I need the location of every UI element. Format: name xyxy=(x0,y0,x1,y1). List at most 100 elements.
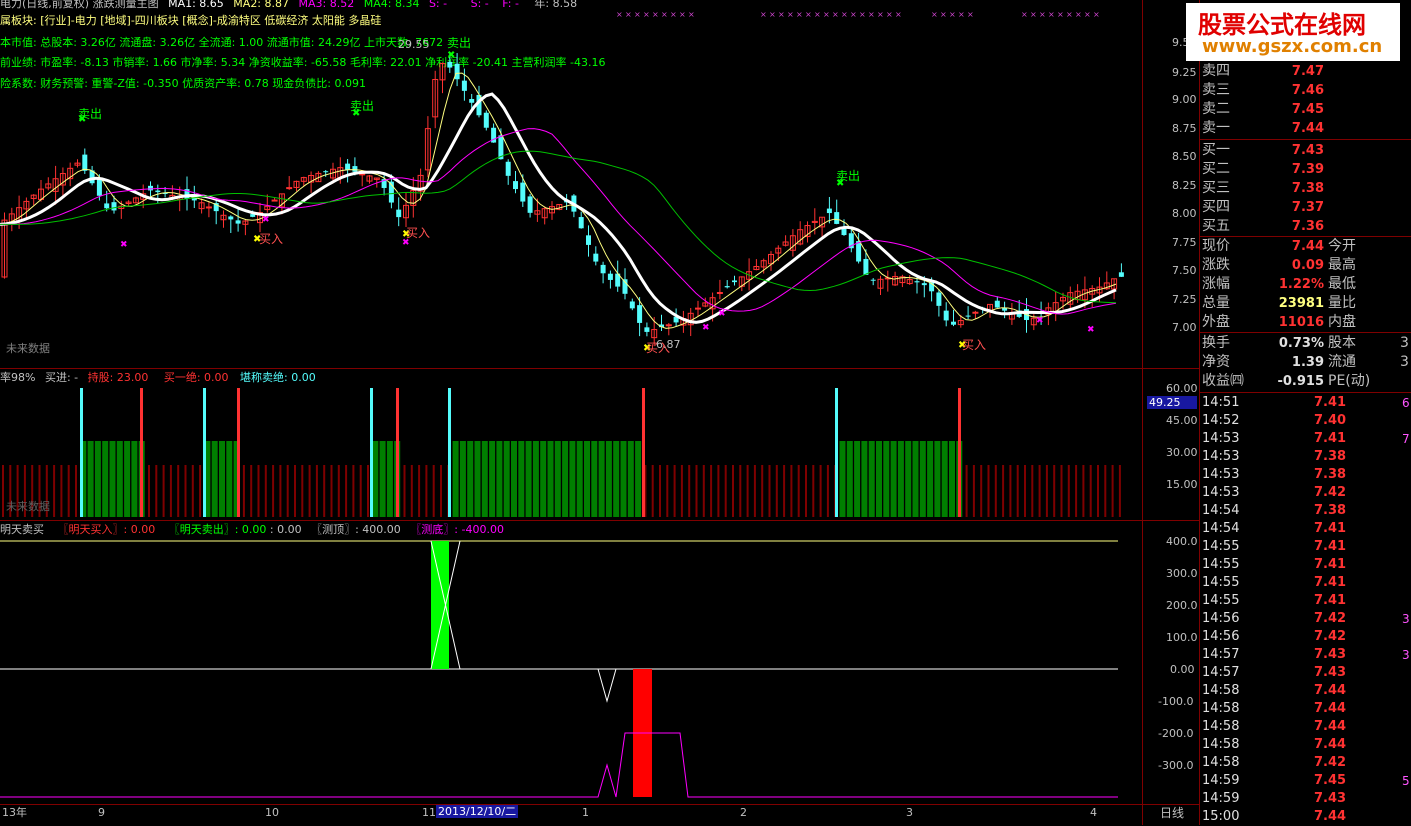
signal-bar-green xyxy=(511,441,517,517)
stat-label: 内盘 xyxy=(1328,314,1356,330)
bid-label: 买四 xyxy=(1202,199,1230,215)
period-label[interactable]: 日线 xyxy=(1160,806,1184,820)
sub2-tick: -300.0 xyxy=(1158,759,1194,772)
ask-label: 卖二 xyxy=(1202,101,1230,117)
ask-row[interactable]: 卖四 7.47 xyxy=(1200,62,1411,81)
signal-bar-red xyxy=(761,465,764,517)
bid-price: 7.36 xyxy=(1291,219,1324,234)
ask-row[interactable]: 卖二 7.45 xyxy=(1200,100,1411,119)
bid-price: 7.38 xyxy=(1291,181,1324,196)
signal-bar-green xyxy=(532,441,539,517)
stat-value: 0.09 xyxy=(1291,258,1324,273)
ask-row[interactable]: 卖三 7.46 xyxy=(1200,81,1411,100)
tick-row: 14:53 7.41 7 xyxy=(1200,430,1411,448)
top-marker-strip: × xyxy=(1075,10,1082,19)
x-axis-label: 3 xyxy=(906,806,913,819)
x-axis-label: 1 xyxy=(582,806,589,819)
top-marker-strip: × xyxy=(805,10,812,19)
tick-price: 7.42 xyxy=(1314,629,1347,644)
x-axis-label: 9 xyxy=(98,806,105,819)
candle-body xyxy=(1118,272,1124,277)
purple-marker: ✖ xyxy=(1036,316,1044,326)
bottom-line xyxy=(0,732,1118,798)
top-marker-strip: × xyxy=(643,10,650,19)
signal-bar-red xyxy=(2,465,4,517)
stat-label: 净资 xyxy=(1202,354,1230,370)
signal-bar-red xyxy=(440,465,442,517)
signal-bar-red xyxy=(432,465,435,517)
bid-row[interactable]: 买一 7.43 xyxy=(1200,141,1411,160)
tick-time: 14:56 xyxy=(1202,629,1240,644)
sub2-tick: -200.0 xyxy=(1158,727,1194,740)
bid-row[interactable]: 买二 7.39 xyxy=(1200,160,1411,179)
ask-row[interactable]: 卖一 7.44 xyxy=(1200,119,1411,138)
kline-chart[interactable]: ✖✖✖✖✖ ✖✖ ✖✖✖✖✖✖✖✖× × × × × × × × × × × × × × × × × × × × × × × × ×… xyxy=(0,0,1200,825)
stat-value: 0.73% xyxy=(1278,336,1324,351)
signal-bar-red xyxy=(994,465,997,517)
signal-bar-green xyxy=(941,441,948,517)
tick-time: 14:54 xyxy=(1202,503,1240,518)
signal-bar-red xyxy=(732,465,734,517)
stat-label: 股本 xyxy=(1328,335,1356,351)
tick-row: 14:56 7.42 3 xyxy=(1200,610,1411,628)
top-marker-strip: × xyxy=(661,10,668,19)
signal-line-red xyxy=(642,388,645,517)
tick-price: 7.44 xyxy=(1314,701,1347,716)
price-tick: 9.00 xyxy=(1172,93,1197,106)
signal-bar-red xyxy=(294,465,296,517)
signal-bar-red xyxy=(717,465,720,517)
signal-bar-green xyxy=(919,441,926,517)
sell-signal-label: 卖出 xyxy=(447,36,472,50)
bid-row[interactable]: 买三 7.38 xyxy=(1200,179,1411,198)
tick-time: 14:53 xyxy=(1202,431,1240,446)
high-price-label: 29.55 xyxy=(398,38,430,51)
sub2-title: 明天卖买 xyxy=(0,523,44,536)
signal-bar-red xyxy=(155,465,158,517)
stat-value: 1.39 xyxy=(1291,355,1324,370)
tick-row: 14:58 7.44 xyxy=(1200,700,1411,718)
top-marker-strip: × xyxy=(859,10,866,19)
signal-bar-green xyxy=(219,441,225,517)
top-marker-strip: × xyxy=(787,10,794,19)
sub2-tick: 400.0 xyxy=(1166,535,1198,548)
signal-bar-red xyxy=(403,465,406,517)
stat-label: 现价 xyxy=(1202,238,1230,254)
sub1-hold: 持股: 23.00 xyxy=(87,371,149,384)
tick-time: 14:51 xyxy=(1202,395,1240,410)
tick-time: 14:55 xyxy=(1202,575,1240,590)
signal-bar-red xyxy=(359,465,362,517)
signal-bar-red xyxy=(1097,465,1099,517)
candle-body xyxy=(951,321,956,325)
sell-signal-label: 卖出 xyxy=(350,99,375,113)
tick-row: 14:58 7.44 xyxy=(1200,682,1411,700)
x-axis-label: 13年 xyxy=(2,806,27,819)
sub1-tick: 30.00 xyxy=(1166,446,1198,459)
stat-row: 现价 7.44 今开 xyxy=(1200,237,1411,256)
stat-label: 量比 xyxy=(1328,295,1356,311)
top-marker-strip: × xyxy=(1057,10,1064,19)
tick-row: 14:59 7.43 xyxy=(1200,790,1411,808)
signal-bar-red xyxy=(1089,465,1092,517)
top-marker-strip: × xyxy=(832,10,839,19)
candle-body xyxy=(586,235,591,245)
signal-bar-red xyxy=(702,465,705,517)
candle-body xyxy=(856,241,862,262)
stat-row: 外盘 11016 内盘 xyxy=(1200,313,1411,332)
ask-price: 7.45 xyxy=(1291,102,1324,117)
signal-bar-green xyxy=(576,441,583,517)
sub2-header: 明天卖买 〖明天买入〗: 0.00 〖明天卖出〗: 0.00 : 0.00 〖测… xyxy=(0,523,504,536)
tick-price: 7.41 xyxy=(1314,431,1347,446)
candle-body xyxy=(82,154,88,171)
bid-row[interactable]: 买四 7.37 xyxy=(1200,198,1411,217)
price-tick: 8.25 xyxy=(1172,179,1197,192)
tick-row: 14:58 7.44 xyxy=(1200,736,1411,754)
tick-row: 14:55 7.41 xyxy=(1200,592,1411,610)
tick-price: 7.38 xyxy=(1314,467,1347,482)
panel-separator-1 xyxy=(0,368,1200,369)
signal-bar-red xyxy=(315,465,318,517)
bid-row[interactable]: 买五 7.36 xyxy=(1200,217,1411,236)
tick-row: 14:52 7.40 xyxy=(1200,412,1411,430)
ask-price: 7.46 xyxy=(1291,83,1324,98)
tick-row: 14:55 7.41 xyxy=(1200,574,1411,592)
signal-bar-green xyxy=(87,441,94,517)
